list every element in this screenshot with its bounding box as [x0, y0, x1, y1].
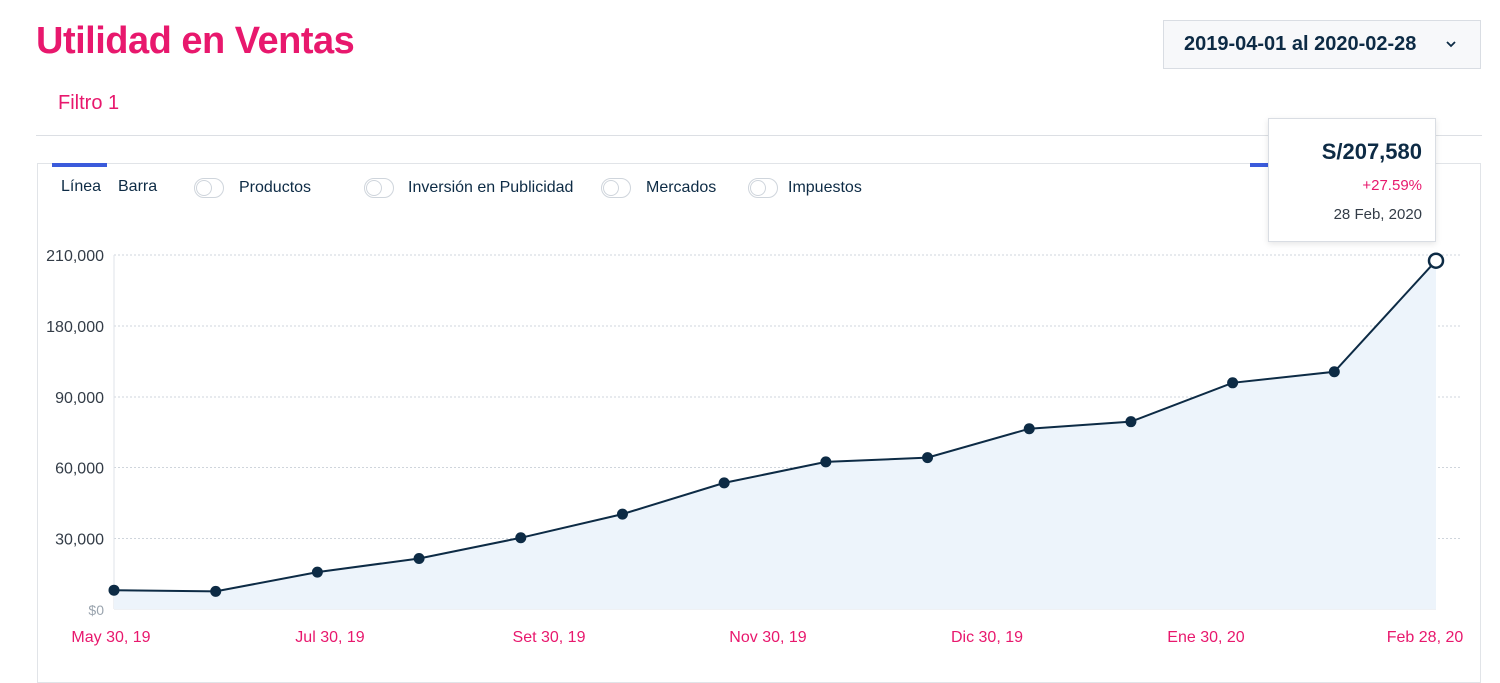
- y-tick-label: 60,000: [55, 461, 104, 478]
- y-tick-label: 210,000: [46, 248, 104, 265]
- tooltip-value: S/207,580: [1321, 139, 1422, 164]
- data-point: [820, 456, 832, 468]
- data-point: [210, 585, 222, 597]
- data-point: [922, 452, 934, 464]
- area-fill: [114, 260, 1436, 609]
- y-tick-label: 180,000: [46, 319, 104, 336]
- data-point: [1023, 423, 1035, 435]
- highlighted-data-point: [1427, 252, 1445, 269]
- data-point: [311, 566, 323, 578]
- data-tooltip: S/207,580 +27.59% 28 Feb, 2020: [1268, 118, 1436, 242]
- x-tick-label: Jul 30, 19: [295, 629, 364, 646]
- data-point: [413, 552, 425, 564]
- data-point: [616, 508, 628, 520]
- x-tick-label: May 30, 19: [71, 629, 150, 646]
- x-tick-label: Feb 28, 20: [1387, 629, 1464, 646]
- data-point: [1125, 416, 1137, 428]
- data-point: [515, 532, 527, 544]
- x-tick-label: Nov 30, 19: [729, 629, 806, 646]
- y-tick-label: 90,000: [55, 390, 104, 407]
- y-tick-label: $0: [88, 602, 104, 618]
- x-tick-label: Set 30, 19: [513, 629, 586, 646]
- tooltip-change: +27.59%: [1362, 177, 1422, 194]
- data-point: [1328, 366, 1340, 378]
- line-chart: $0 30,000 60,000 90,000 180,000 210,000 May 30…: [46, 248, 1464, 646]
- data-point: [1227, 377, 1239, 389]
- x-tick-label: Dic 30, 19: [951, 629, 1023, 646]
- x-tick-label: Ene 30, 20: [1167, 629, 1245, 646]
- data-point: [108, 584, 120, 596]
- data-point: [718, 477, 730, 489]
- y-tick-label: 30,000: [55, 532, 104, 549]
- tooltip-date: 28 Feb, 2020: [1333, 206, 1422, 223]
